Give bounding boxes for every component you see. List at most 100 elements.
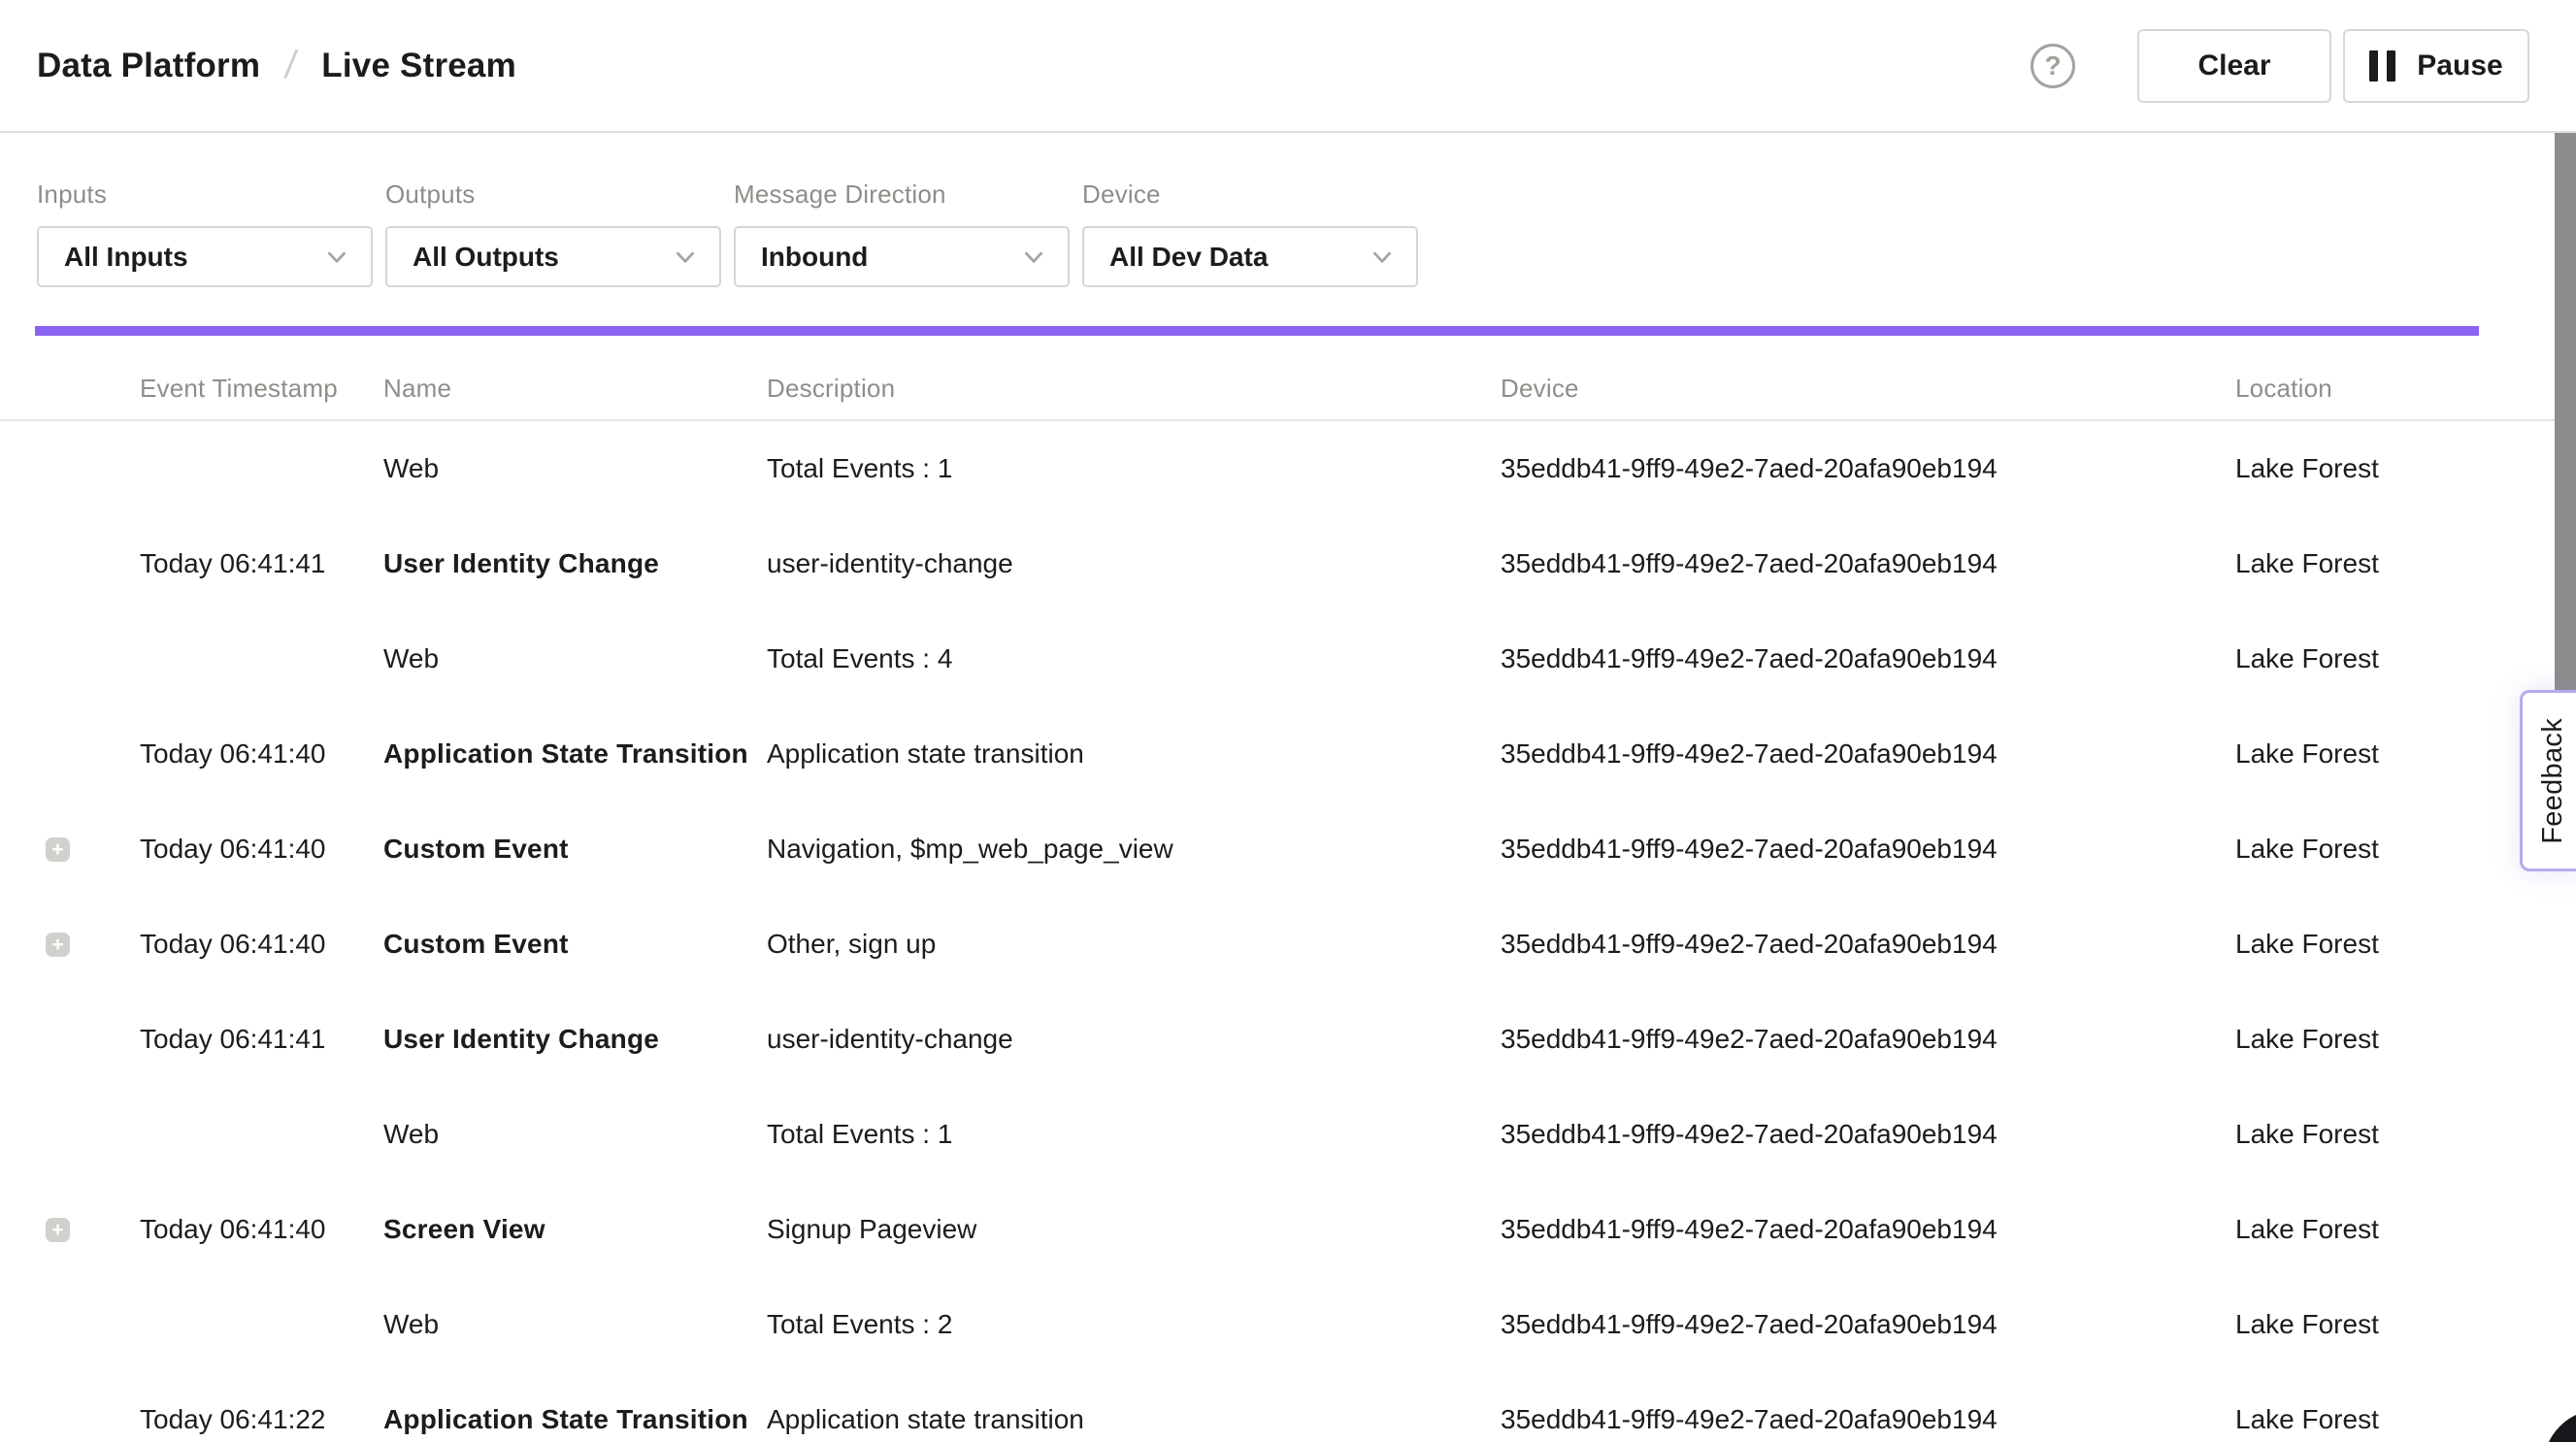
event-name-cell: Web: [383, 1309, 767, 1340]
filter-select[interactable]: All Outputs: [385, 226, 721, 287]
event-name-cell: Application State Transition: [383, 738, 767, 770]
event-description-cell: Total Events : 4: [767, 643, 1501, 674]
expand-cell: +: [35, 837, 140, 862]
feedback-tab-label: Feedback: [2537, 718, 2569, 844]
event-timestamp-cell: Today 06:41:40: [140, 834, 383, 865]
event-location-cell: Lake Forest: [2235, 453, 2479, 484]
vertical-scrollbar[interactable]: [2555, 133, 2576, 693]
table-header-row: Event Timestamp Name Description Device …: [0, 336, 2576, 421]
chevron-down-icon: [1021, 245, 1046, 270]
chevron-down-icon: [324, 245, 349, 270]
filter-group: Inputs All Inputs: [37, 180, 373, 287]
event-location-cell: Lake Forest: [2235, 1024, 2479, 1055]
expand-cell: +: [35, 933, 140, 957]
pause-button[interactable]: Pause: [2343, 29, 2529, 103]
chevron-down-icon: [1370, 245, 1395, 270]
event-location-cell: Lake Forest: [2235, 1404, 2479, 1435]
event-location-cell: Lake Forest: [2235, 1214, 2479, 1245]
event-device-cell: 35eddb41-9ff9-49e2-7aed-20afa90eb194: [1501, 1309, 2235, 1340]
pause-icon: [2369, 50, 2395, 82]
event-description-cell: Application state transition: [767, 1404, 1501, 1435]
event-device-cell: 35eddb41-9ff9-49e2-7aed-20afa90eb194: [1501, 834, 2235, 865]
event-name-cell: Web: [383, 453, 767, 484]
filter-select[interactable]: All Inputs: [37, 226, 373, 287]
filter-label: Outputs: [385, 180, 721, 210]
pause-button-label: Pause: [2417, 49, 2502, 82]
expand-row-icon[interactable]: +: [46, 837, 70, 862]
table-row: Today 06:41:40 Application State Transit…: [0, 706, 2576, 802]
event-timestamp-cell: Today 06:41:41: [140, 548, 383, 579]
help-icon[interactable]: ?: [2031, 44, 2075, 88]
event-timestamp-cell: Today 06:41:41: [140, 1024, 383, 1055]
feedback-tab[interactable]: Feedback: [2520, 690, 2576, 871]
event-name-cell: User Identity Change: [383, 548, 767, 579]
event-device-cell: 35eddb41-9ff9-49e2-7aed-20afa90eb194: [1501, 738, 2235, 770]
event-device-cell: 35eddb41-9ff9-49e2-7aed-20afa90eb194: [1501, 1119, 2235, 1150]
event-name-cell: Custom Event: [383, 834, 767, 865]
filter-group: Device All Dev Data: [1082, 180, 1418, 287]
column-header-description: Description: [767, 374, 1501, 404]
table-row: Web Total Events : 1 35eddb41-9ff9-49e2-…: [0, 1087, 2576, 1182]
event-device-cell: 35eddb41-9ff9-49e2-7aed-20afa90eb194: [1501, 453, 2235, 484]
filter-selected-value: All Dev Data: [1109, 242, 1268, 273]
event-description-cell: Total Events : 1: [767, 1119, 1501, 1150]
event-location-cell: Lake Forest: [2235, 1119, 2479, 1150]
clear-button[interactable]: Clear: [2137, 29, 2331, 103]
filter-group: Outputs All Outputs: [385, 180, 721, 287]
table-row: + Today 06:41:40 Custom Event Navigation…: [0, 802, 2576, 897]
page-title: Live Stream: [321, 47, 516, 85]
breadcrumb-separator: /: [282, 44, 299, 87]
event-name-cell: User Identity Change: [383, 1024, 767, 1055]
table-row: Web Total Events : 1 35eddb41-9ff9-49e2-…: [0, 421, 2576, 516]
table-row: Today 06:41:22 Application State Transit…: [0, 1372, 2576, 1442]
filter-selected-value: Inbound: [761, 242, 868, 273]
event-name-cell: Application State Transition: [383, 1404, 767, 1435]
table-row: + Today 06:41:40 Screen View Signup Page…: [0, 1182, 2576, 1277]
expand-cell: +: [35, 1218, 140, 1242]
event-device-cell: 35eddb41-9ff9-49e2-7aed-20afa90eb194: [1501, 1214, 2235, 1245]
event-location-cell: Lake Forest: [2235, 643, 2479, 674]
filter-select[interactable]: Inbound: [734, 226, 1070, 287]
filter-label: Device: [1082, 180, 1418, 210]
event-timestamp-cell: Today 06:41:40: [140, 1214, 383, 1245]
event-name-cell: Web: [383, 1119, 767, 1150]
filter-select[interactable]: All Dev Data: [1082, 226, 1418, 287]
expand-row-icon[interactable]: +: [46, 933, 70, 957]
event-name-cell: Web: [383, 643, 767, 674]
event-location-cell: Lake Forest: [2235, 548, 2479, 579]
event-description-cell: user-identity-change: [767, 548, 1501, 579]
filter-label: Message Direction: [734, 180, 1070, 210]
event-device-cell: 35eddb41-9ff9-49e2-7aed-20afa90eb194: [1501, 643, 2235, 674]
column-header-event-timestamp: Event Timestamp: [140, 374, 383, 404]
filter-selected-value: All Inputs: [64, 242, 188, 273]
event-description-cell: user-identity-change: [767, 1024, 1501, 1055]
event-location-cell: Lake Forest: [2235, 738, 2479, 770]
column-header-location: Location: [2235, 374, 2479, 404]
table-row: Web Total Events : 4 35eddb41-9ff9-49e2-…: [0, 611, 2576, 706]
event-location-cell: Lake Forest: [2235, 929, 2479, 960]
top-bar: Data Platform / Live Stream ? Clear Paus…: [0, 0, 2576, 133]
event-timestamp-cell: Today 06:41:40: [140, 738, 383, 770]
event-device-cell: 35eddb41-9ff9-49e2-7aed-20afa90eb194: [1501, 929, 2235, 960]
event-location-cell: Lake Forest: [2235, 834, 2479, 865]
filters-bar: Inputs All Inputs Outputs All Outputs Me…: [0, 133, 2576, 287]
event-name-cell: Custom Event: [383, 929, 767, 960]
table-row: Today 06:41:41 User Identity Change user…: [0, 516, 2576, 611]
filter-group: Message Direction Inbound: [734, 180, 1070, 287]
event-description-cell: Signup Pageview: [767, 1214, 1501, 1245]
expand-row-icon[interactable]: +: [46, 1218, 70, 1242]
chevron-down-icon: [673, 245, 698, 270]
column-header-name: Name: [383, 374, 767, 404]
event-location-cell: Lake Forest: [2235, 1309, 2479, 1340]
table-row: + Today 06:41:40 Custom Event Other, sig…: [0, 897, 2576, 992]
table-row: Web Total Events : 2 35eddb41-9ff9-49e2-…: [0, 1277, 2576, 1372]
event-timestamp-cell: Today 06:41:22: [140, 1404, 383, 1435]
filter-selected-value: All Outputs: [413, 242, 559, 273]
event-table-body: Web Total Events : 1 35eddb41-9ff9-49e2-…: [0, 421, 2576, 1442]
live-stream-accent-bar: [35, 326, 2479, 336]
breadcrumb-section[interactable]: Data Platform: [37, 47, 260, 85]
event-name-cell: Screen View: [383, 1214, 767, 1245]
event-device-cell: 35eddb41-9ff9-49e2-7aed-20afa90eb194: [1501, 1024, 2235, 1055]
event-description-cell: Navigation, $mp_web_page_view: [767, 834, 1501, 865]
event-description-cell: Total Events : 1: [767, 453, 1501, 484]
